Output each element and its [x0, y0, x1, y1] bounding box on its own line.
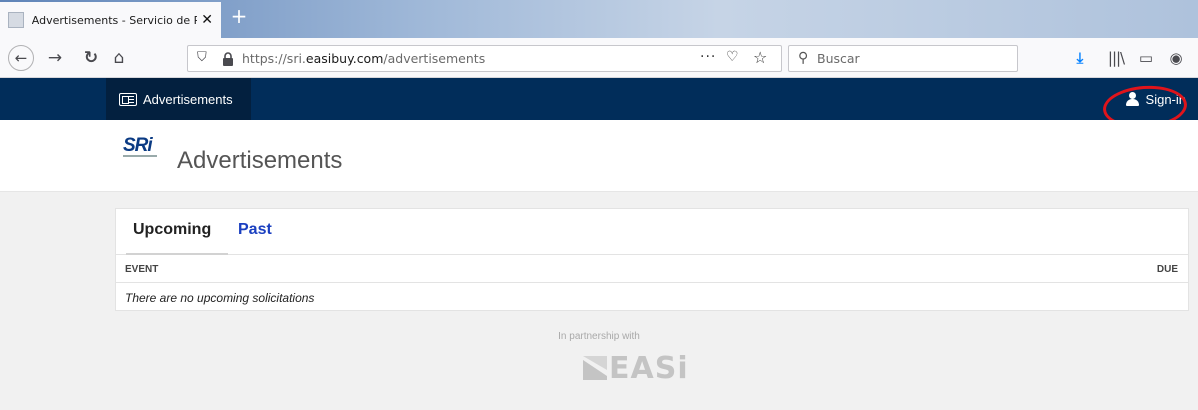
browser-tab[interactable]: Advertisements - Servicio de Re ✕ — [0, 2, 221, 38]
advertisements-card: Upcoming Past EVENT DUE There are no upc… — [115, 208, 1189, 311]
page-title: Advertisements — [177, 147, 343, 174]
tab-close-icon[interactable]: ✕ — [201, 12, 213, 28]
sri-logo: SRi — [123, 135, 159, 163]
pocket-icon[interactable]: ♡ — [726, 49, 739, 65]
tab-upcoming[interactable]: Upcoming — [126, 209, 228, 255]
bookmark-star-icon[interactable]: ☆ — [753, 48, 767, 67]
search-input[interactable]: ⚲ Buscar — [788, 45, 1018, 72]
user-icon — [1125, 92, 1139, 106]
lock-icon[interactable] — [222, 52, 234, 66]
library-icon[interactable]: |||\ — [1105, 47, 1127, 69]
easi-logo: EASi — [583, 351, 689, 386]
page-actions-icon[interactable]: ··· — [700, 49, 716, 65]
favicon-icon — [8, 12, 24, 28]
column-header-event: EVENT — [125, 264, 159, 275]
sidebar-icon[interactable]: ▭ — [1135, 47, 1157, 69]
partnership-text: In partnership with — [558, 331, 640, 342]
tracking-shield-icon[interactable]: ⛉ — [197, 50, 207, 65]
sign-in-link[interactable]: Sign-in — [1125, 78, 1186, 120]
url-bar[interactable]: ⛉ https://sri.easibuy.com/advertisements… — [187, 45, 782, 72]
browser-tab-bar: Advertisements - Servicio de Re ✕ + — [0, 0, 1198, 38]
tab-past[interactable]: Past — [238, 209, 272, 255]
forward-arrow-icon[interactable]: → — [44, 47, 66, 69]
home-icon[interactable]: ⌂ — [108, 47, 130, 69]
account-icon[interactable]: ◉ — [1165, 47, 1187, 69]
tab-list: Upcoming Past — [116, 209, 1188, 255]
easi-mark-icon — [583, 356, 607, 380]
column-header-due: DUE — [1156, 264, 1178, 275]
empty-message: There are no upcoming solicitations — [125, 291, 315, 305]
download-icon[interactable]: ⤓ — [1069, 47, 1091, 69]
site-navbar: Advertisements Sign-in — [0, 78, 1198, 120]
new-tab-button[interactable]: + — [228, 6, 250, 28]
nav-item-label: Advertisements — [143, 91, 233, 107]
search-icon: ⚲ — [798, 50, 809, 66]
sign-in-label: Sign-in — [1145, 91, 1186, 107]
back-arrow-icon[interactable]: ← — [8, 45, 34, 71]
search-placeholder: Buscar — [817, 51, 860, 66]
reload-icon[interactable]: ↻ — [80, 47, 102, 69]
url-text[interactable]: https://sri.easibuy.com/advertisements — [242, 51, 485, 66]
browser-toolbar: ← → ↻ ⌂ ⛉ https://sri.easibuy.com/advert… — [0, 38, 1198, 78]
nav-item-advertisements[interactable]: Advertisements — [106, 78, 251, 120]
tab-title: Advertisements - Servicio de Re — [31, 13, 198, 27]
newspaper-icon — [119, 92, 137, 106]
page-header: SRi Advertisements — [0, 120, 1198, 192]
table-header: EVENT DUE — [116, 255, 1188, 283]
